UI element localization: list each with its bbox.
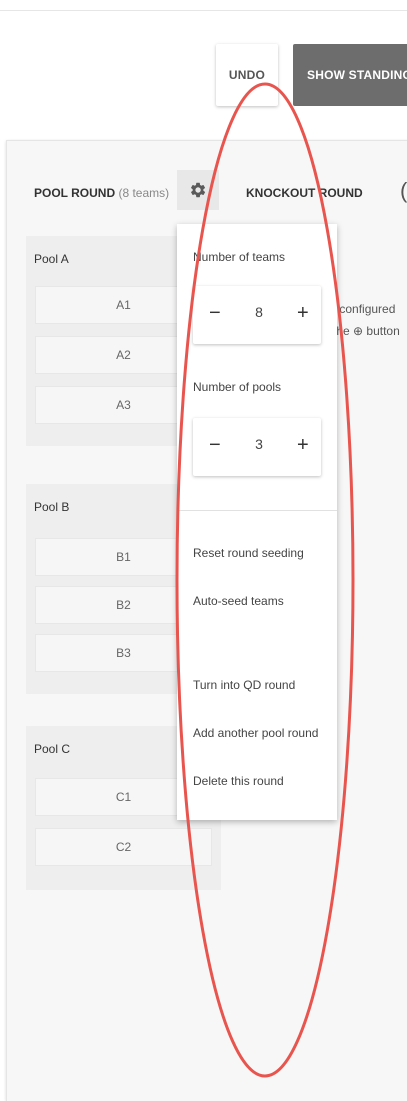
pool-title: Pool B [34, 500, 70, 514]
pool-round-label: POOL ROUND [34, 186, 116, 200]
round-settings-menu: Number of teams − 8 + Number of pools − … [177, 224, 337, 820]
decrement-teams-button[interactable]: − [209, 302, 221, 324]
menu-item-reset-seeding[interactable]: Reset round seeding [193, 546, 304, 560]
menu-item-add-pool-round[interactable]: Add another pool round [193, 726, 318, 740]
pool-title: Pool C [34, 742, 71, 756]
show-standings-button[interactable]: SHOW STANDINGS [293, 44, 407, 106]
top-divider [0, 10, 407, 11]
menu-item-delete-round[interactable]: Delete this round [193, 774, 284, 788]
menu-item-turn-into-qd[interactable]: Turn into QD round [193, 678, 295, 692]
pool-slot-c2[interactable]: C2 [35, 828, 212, 866]
pools-count-value: 3 [255, 436, 263, 452]
pools-count-label: Number of pools [193, 380, 282, 394]
tab-knockout-round[interactable]: KNOCKOUT ROUND [246, 186, 363, 200]
teams-count-label: Number of teams [193, 250, 286, 264]
menu-item-auto-seed[interactable]: Auto-seed teams [193, 594, 284, 608]
gear-icon [191, 182, 206, 198]
increment-pools-button[interactable]: + [297, 434, 309, 456]
teams-count-value: 8 [255, 304, 263, 320]
menu-divider [177, 510, 337, 511]
increment-teams-button[interactable]: + [297, 302, 309, 324]
pool-title: Pool A [34, 252, 69, 266]
decrement-pools-button[interactable]: − [209, 434, 221, 456]
tab-pool-round[interactable]: POOL ROUND (8 teams) [34, 186, 169, 200]
pools-count-stepper: − 3 + [193, 418, 321, 476]
round-settings-button[interactable] [177, 170, 219, 210]
teams-count-stepper: − 8 + [193, 286, 321, 344]
add-round-icon-partial[interactable]: ( [400, 178, 407, 204]
undo-button[interactable]: UNDO [216, 44, 278, 106]
pool-round-team-count: (8 teams) [118, 186, 170, 200]
